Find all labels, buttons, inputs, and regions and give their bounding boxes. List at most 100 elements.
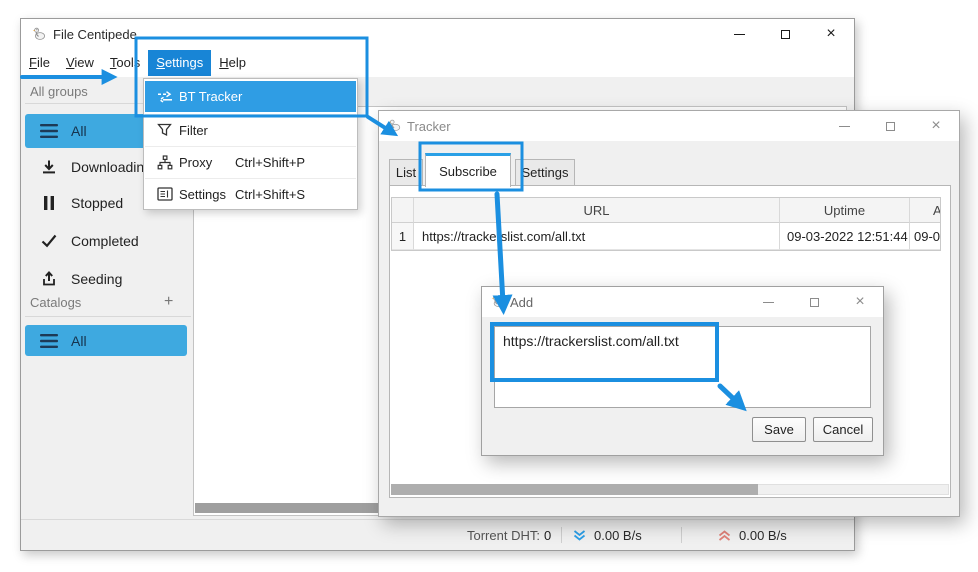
table-row[interactable]: 1 https://trackerslist.com/all.txt 09-03… [392, 223, 940, 250]
catalogs-header: Catalogs [30, 295, 81, 310]
divider [561, 527, 562, 543]
col-header-num[interactable] [392, 198, 414, 223]
maximize-icon [781, 30, 790, 39]
minimize-icon [839, 126, 850, 127]
close-icon: × [855, 294, 864, 310]
url-cell: https://trackerslist.com/all.txt [414, 223, 780, 250]
row-number-cell: 1 [392, 223, 414, 250]
tab-settings[interactable]: Settings [515, 159, 575, 186]
uptime-cell: 09-03-2022 12:51:44 [780, 223, 910, 250]
divider [681, 527, 682, 543]
col-header-uptime[interactable]: Uptime [780, 198, 910, 223]
menu-item-shortcut: Ctrl+Shift+P [235, 155, 305, 170]
main-window-title: File Centipede [53, 27, 137, 42]
menu-bar: File View Tools Settings Help [21, 49, 854, 77]
app-logo-duck-icon [31, 26, 47, 42]
pause-icon [39, 193, 59, 213]
groups-header: All groups [30, 84, 88, 99]
menu-view[interactable]: View [58, 50, 102, 76]
save-button[interactable]: Save [752, 417, 806, 442]
menu-item-settings[interactable]: Settings Ctrl+Shift+S [145, 180, 356, 208]
minimize-button[interactable] [821, 111, 867, 141]
add-titlebar[interactable]: Add × [482, 287, 883, 317]
minimize-icon [734, 34, 745, 35]
subscription-table: URL Uptime A 1 https://trackerslist.com/… [391, 197, 941, 251]
close-icon: × [826, 26, 835, 42]
extra-cell: 09-0 [910, 223, 940, 250]
col-header-extra[interactable]: A [910, 198, 940, 223]
maximize-icon [886, 122, 895, 131]
sidebar-item-label: Seeding [71, 271, 122, 287]
tab-list[interactable]: List [389, 159, 423, 186]
menu-item-label: Settings [179, 187, 226, 202]
funnel-icon [156, 122, 173, 139]
shuffle-icon [156, 88, 173, 105]
divider [145, 178, 356, 179]
sidebar-item-seeding[interactable]: Seeding [25, 264, 187, 294]
download-icon [39, 157, 59, 177]
network-icon [156, 154, 173, 171]
menu-icon [39, 331, 59, 351]
desktop: File Centipede × File View Tools Setting… [0, 0, 978, 572]
close-icon: × [931, 118, 940, 134]
dht-value: 0 [544, 520, 551, 550]
app-logo-duck-icon [490, 294, 505, 309]
tab-subscribe[interactable]: Subscribe [425, 153, 511, 187]
menu-icon [39, 121, 59, 141]
col-header-url[interactable]: URL [414, 198, 780, 223]
horizontal-scrollbar[interactable] [195, 503, 405, 513]
menu-item-proxy[interactable]: Proxy Ctrl+Shift+P [145, 148, 356, 176]
menu-item-label: Filter [179, 123, 208, 138]
sidebar-item-label: Downloading [71, 159, 152, 175]
sidebar-item-completed[interactable]: Completed [25, 226, 187, 256]
divider [25, 316, 191, 317]
menu-item-label: BT Tracker [179, 89, 242, 104]
minimize-button[interactable] [716, 19, 762, 49]
maximize-button[interactable] [762, 19, 808, 49]
minimize-icon [763, 302, 774, 303]
maximize-button[interactable] [867, 111, 913, 141]
upload-speed: 0.00 B/s [739, 520, 787, 550]
download-speed: 0.00 B/s [594, 520, 642, 550]
check-icon [39, 231, 59, 251]
table-hscrollbar-thumb[interactable] [391, 484, 758, 495]
maximize-icon [810, 298, 819, 307]
divider [145, 146, 356, 147]
double-chevron-down-icon [573, 520, 586, 550]
menu-settings[interactable]: Settings [148, 50, 211, 76]
close-button[interactable]: × [837, 287, 883, 317]
add-catalog-button[interactable]: + [164, 293, 173, 311]
maximize-button[interactable] [791, 287, 837, 317]
dht-label: Torrent DHT: [467, 520, 540, 550]
sidebar-item-label: Stopped [71, 195, 123, 211]
divider [145, 114, 356, 115]
menu-help[interactable]: Help [211, 50, 254, 76]
sidebar-item-label: All [71, 123, 87, 139]
sidebar-item-label: Completed [71, 233, 139, 249]
add-dialog-title: Add [510, 295, 533, 310]
close-button[interactable]: × [913, 111, 959, 141]
menu-item-filter[interactable]: Filter [145, 116, 356, 144]
app-logo-duck-icon [387, 118, 402, 133]
menu-item-bt-tracker[interactable]: BT Tracker [145, 81, 356, 112]
menu-file[interactable]: File [21, 50, 58, 76]
double-chevron-up-icon [718, 520, 731, 550]
tracker-url-input[interactable]: https://trackerslist.com/all.txt [494, 326, 871, 408]
add-dialog: Add × https://trackerslist.com/all.txt S… [481, 286, 884, 456]
table-header-row: URL Uptime A [392, 198, 940, 223]
minimize-button[interactable] [745, 287, 791, 317]
sidebar-item-label: All [71, 333, 87, 349]
menu-item-label: Proxy [179, 155, 212, 170]
cancel-button[interactable]: Cancel [813, 417, 873, 442]
settings-dropdown-menu: BT Tracker Filter Proxy Ctrl+Shift+P Set… [143, 78, 358, 210]
close-button[interactable]: × [808, 19, 854, 49]
status-bar: Torrent DHT: 0 0.00 B/s 0.00 B/s [21, 519, 854, 550]
main-titlebar[interactable]: File Centipede × [21, 19, 854, 49]
menu-item-shortcut: Ctrl+Shift+S [235, 187, 305, 202]
upload-icon [39, 269, 59, 289]
list-box-icon [156, 186, 173, 203]
tracker-window-title: Tracker [407, 119, 451, 134]
tracker-titlebar[interactable]: Tracker × [379, 111, 959, 141]
menu-tools[interactable]: Tools [102, 50, 148, 76]
sidebar-catalog-item-all[interactable]: All [25, 325, 187, 356]
